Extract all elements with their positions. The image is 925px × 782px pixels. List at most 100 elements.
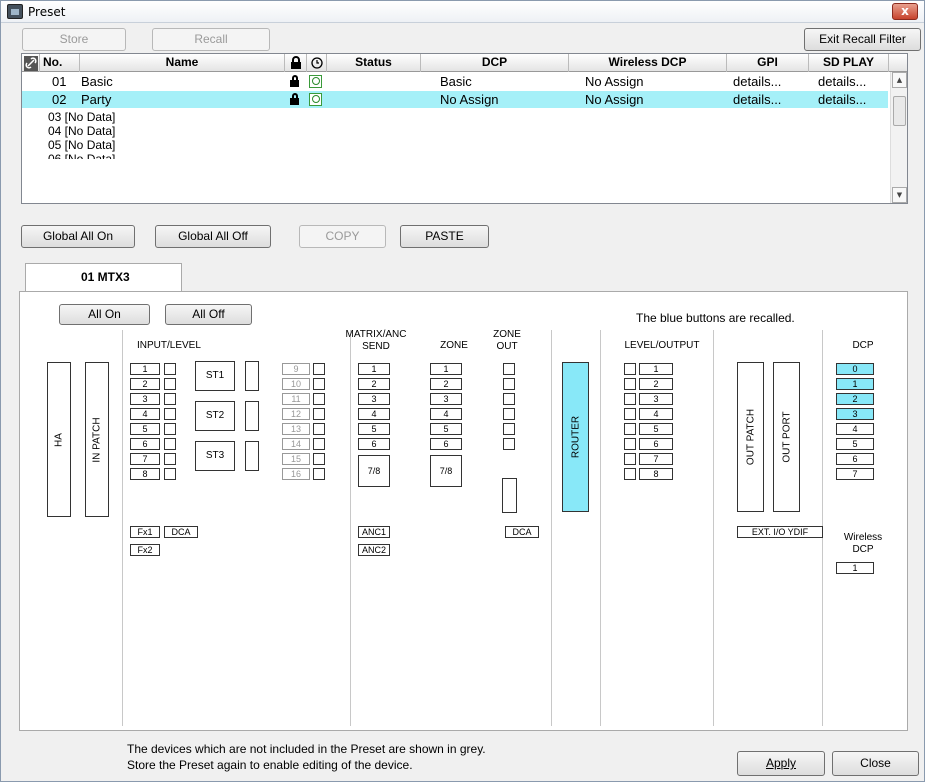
matrix-1-button[interactable]: 1 [358,363,390,375]
output-8-button[interactable]: 8 [639,468,673,480]
wireless-dcp-1-button[interactable]: 1 [836,562,874,574]
input-9-level-button[interactable] [313,363,325,375]
output-4-button[interactable]: 4 [639,408,673,420]
input-3-button[interactable]: 3 [130,393,160,405]
ha-button[interactable]: HA [47,362,71,517]
matrix-5-button[interactable]: 5 [358,423,390,435]
exit-recall-filter-button[interactable]: Exit Recall Filter [804,28,921,51]
output-2-button[interactable]: 2 [639,378,673,390]
input-5-button[interactable]: 5 [130,423,160,435]
empty-preset-row[interactable]: 06 [No Data] [48,152,115,159]
anc2-button[interactable]: ANC2 [358,544,390,556]
input-7-button[interactable]: 7 [130,453,160,465]
global-all-on-button[interactable]: Global All On [21,225,135,248]
dcp-1-button[interactable]: 1 [836,378,874,390]
input-1-button[interactable]: 1 [130,363,160,375]
store-button[interactable]: Store [22,28,126,51]
unlock-icon[interactable] [289,75,300,87]
input-1-level-button[interactable] [164,363,176,375]
input-11-level-button[interactable] [313,393,325,405]
input-7-level-button[interactable] [164,453,176,465]
input-15-level-button[interactable] [313,453,325,465]
zone-out-78-button[interactable] [502,478,517,513]
input-16-button[interactable]: 16 [282,468,310,480]
output-6-button[interactable]: 6 [639,438,673,450]
zone-out-3-button[interactable] [503,393,515,405]
st2-button[interactable]: ST2 [195,401,235,431]
st2-level-button[interactable] [245,401,259,431]
output-7-button[interactable]: 7 [639,453,673,465]
dcp-4-button[interactable]: 4 [836,423,874,435]
scroll-thumb[interactable] [893,96,906,126]
paste-button[interactable]: PASTE [400,225,489,248]
input-12-button[interactable]: 12 [282,408,310,420]
unlock-icon[interactable] [289,93,300,105]
input-9-button[interactable]: 9 [282,363,310,375]
dcp-5-button[interactable]: 5 [836,438,874,450]
matrix-3-button[interactable]: 3 [358,393,390,405]
input-14-level-button[interactable] [313,438,325,450]
input-13-button[interactable]: 13 [282,423,310,435]
input-6-level-button[interactable] [164,438,176,450]
tab-01-mtx3[interactable]: 01 MTX3 [25,263,182,293]
dcp-0-button[interactable]: 0 [836,363,874,375]
apply-button[interactable]: Apply [737,751,825,776]
output-1-button[interactable]: 1 [639,363,673,375]
input-12-level-button[interactable] [313,408,325,420]
matrix-78-button[interactable]: 7/8 [358,455,390,487]
fx1-button[interactable]: Fx1 [130,526,160,538]
input-6-button[interactable]: 6 [130,438,160,450]
global-all-off-button[interactable]: Global All Off [155,225,271,248]
empty-preset-row[interactable]: 03 [No Data] [48,110,115,124]
level-2-button[interactable] [624,378,636,390]
level-3-button[interactable] [624,393,636,405]
level-8-button[interactable] [624,468,636,480]
st1-level-button[interactable] [245,361,259,391]
dcp-2-button[interactable]: 2 [836,393,874,405]
row-sd-play-details[interactable]: details... [818,92,866,107]
dcp-7-button[interactable]: 7 [836,468,874,480]
input-16-level-button[interactable] [313,468,325,480]
input-13-level-button[interactable] [313,423,325,435]
dca-input-button[interactable]: DCA [164,526,198,538]
empty-preset-row[interactable]: 05 [No Data] [48,138,115,152]
matrix-6-button[interactable]: 6 [358,438,390,450]
level-1-button[interactable] [624,363,636,375]
input-14-button[interactable]: 14 [282,438,310,450]
vertical-scrollbar[interactable]: ▲ ▼ [890,72,907,203]
row-sd-play-details[interactable]: details... [818,74,866,89]
anc1-button[interactable]: ANC1 [358,526,390,538]
input-3-level-button[interactable] [164,393,176,405]
st1-button[interactable]: ST1 [195,361,235,391]
zone-6-button[interactable]: 6 [430,438,462,450]
zone-out-5-button[interactable] [503,423,515,435]
close-button[interactable]: Close [832,751,919,776]
input-11-button[interactable]: 11 [282,393,310,405]
zone-3-button[interactable]: 3 [430,393,462,405]
scroll-down-icon[interactable]: ▼ [892,187,907,203]
zone-out-4-button[interactable] [503,408,515,420]
zone-5-button[interactable]: 5 [430,423,462,435]
zone-4-button[interactable]: 4 [430,408,462,420]
zone-2-button[interactable]: 2 [430,378,462,390]
zone-out-1-button[interactable] [503,363,515,375]
preset-row[interactable]: 01 Basic Basic No Assign details... deta… [22,73,888,90]
fx2-button[interactable]: Fx2 [130,544,160,556]
all-on-button[interactable]: All On [59,304,150,325]
copy-button[interactable]: COPY [299,225,386,248]
out-port-button[interactable]: OUT PORT [773,362,800,512]
zone-1-button[interactable]: 1 [430,363,462,375]
level-4-button[interactable] [624,408,636,420]
zone-out-2-button[interactable] [503,378,515,390]
st3-level-button[interactable] [245,441,259,471]
level-6-button[interactable] [624,438,636,450]
preset-row-selected[interactable]: 02 Party No Assign No Assign details... … [22,91,888,108]
row-gpi-details[interactable]: details... [733,74,781,89]
st3-button[interactable]: ST3 [195,441,235,471]
out-patch-button[interactable]: OUT PATCH [737,362,764,512]
input-4-level-button[interactable] [164,408,176,420]
clock-icon[interactable] [309,93,322,106]
input-2-button[interactable]: 2 [130,378,160,390]
input-8-level-button[interactable] [164,468,176,480]
matrix-2-button[interactable]: 2 [358,378,390,390]
